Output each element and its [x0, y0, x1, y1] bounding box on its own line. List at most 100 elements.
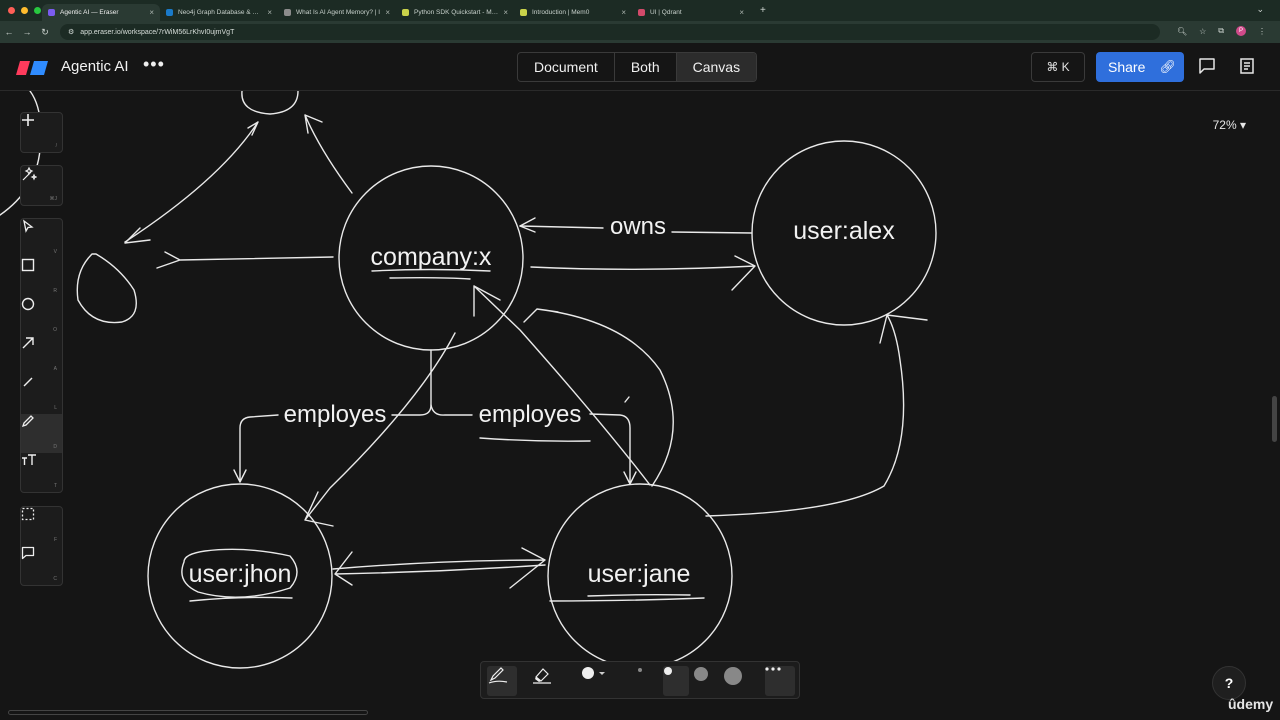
new-tab-button[interactable]: +: [760, 5, 766, 16]
stroke-m-icon: [694, 667, 708, 681]
rectangle-tool-button[interactable]: R: [21, 258, 62, 297]
edge-jane-alex: [705, 314, 928, 517]
text-icon: [22, 454, 36, 465]
edge-company-alex: [530, 255, 756, 291]
view-document-button[interactable]: Document: [518, 53, 615, 81]
reload-icon[interactable]: ↻: [36, 27, 54, 38]
comment-tool-button[interactable]: C: [21, 546, 62, 585]
extensions-icon[interactable]: ⧉: [1218, 26, 1224, 36]
tab-favicon-icon: [48, 9, 55, 16]
comments-icon[interactable]: [1198, 57, 1216, 75]
back-arrow-icon[interactable]: ←: [0, 27, 18, 37]
edge-jhon-jane: [332, 547, 546, 589]
frame-tool-button[interactable]: F: [21, 507, 62, 546]
diagram-drawing[interactable]: company:x user:alex user:jhon user:jane …: [0, 91, 1280, 720]
line-icon: [23, 377, 33, 387]
close-window-icon[interactable]: [8, 7, 15, 14]
vertical-scrollbar[interactable]: [1272, 396, 1277, 442]
ellipse-tool-button[interactable]: O: [21, 297, 62, 336]
edge-employes-right-label[interactable]: employes: [479, 401, 582, 428]
forward-arrow-icon[interactable]: →: [18, 27, 36, 37]
browser-tab[interactable]: Neo4j Graph Database & Ana ×: [160, 4, 278, 21]
browser-tab-bar: Agentic AI — Eraser × Neo4j Graph Database…: [0, 0, 1280, 21]
node-jane-label[interactable]: user:jane: [588, 560, 691, 588]
partial-circle-top: [241, 91, 299, 115]
toolbar-group-extras: F C: [20, 506, 63, 586]
browser-tab[interactable]: UI | Qdrant ×: [632, 4, 750, 21]
more-options-button[interactable]: [765, 666, 795, 696]
stroke-width-s-button[interactable]: [663, 666, 689, 696]
browser-tab[interactable]: Python SDK Quickstart - Mem ×: [396, 4, 514, 21]
edge-owns-label[interactable]: owns: [610, 213, 666, 240]
zoom-level-dropdown[interactable]: 72% ▾: [1213, 118, 1246, 132]
browser-tab[interactable]: What Is AI Agent Memory? | I ×: [278, 4, 396, 21]
tab-title: Agentic AI — Eraser: [60, 9, 119, 16]
browser-menu-icon[interactable]: ⋮: [1258, 27, 1266, 36]
ellipse-tool-shortcut: O: [53, 327, 57, 333]
pen-options-toolbar: [480, 661, 800, 699]
outline-panel-icon[interactable]: [1238, 57, 1256, 75]
color-picker-button[interactable]: [581, 666, 611, 696]
browser-tab[interactable]: Introduction | Mem0 ×: [514, 4, 632, 21]
command-palette-button[interactable]: ⌘ K: [1031, 52, 1085, 82]
horizontal-scrollbar[interactable]: [8, 710, 368, 715]
edge-employes-left-label[interactable]: employes: [284, 401, 387, 428]
tab-favicon-icon: [402, 9, 409, 16]
url-input[interactable]: ⚙ app.eraser.io/workspace/7rWiM56LrKhvI0…: [60, 24, 1160, 40]
node-jhon-label[interactable]: user:jhon: [189, 560, 292, 588]
line-tool-button[interactable]: L: [21, 375, 62, 414]
eraser-button[interactable]: [531, 666, 561, 696]
site-info-icon[interactable]: ⚙: [68, 28, 74, 36]
eraser-logo-icon[interactable]: [16, 61, 48, 75]
window-controls: [0, 7, 42, 14]
tab-close-icon[interactable]: ×: [621, 8, 626, 17]
edge-jhon-jane-2: [334, 551, 546, 586]
stroke-width-l-button[interactable]: [723, 666, 749, 696]
view-canvas-button[interactable]: Canvas: [676, 53, 757, 81]
browser-tab[interactable]: Agentic AI — Eraser ×: [42, 4, 160, 21]
arrow-to-top-left: [304, 114, 353, 194]
tab-favicon-icon: [638, 9, 645, 16]
tab-close-icon[interactable]: ×: [267, 8, 272, 17]
pen-button[interactable]: [487, 666, 517, 696]
bookmark-star-icon[interactable]: ☆: [1199, 27, 1206, 36]
tab-close-icon[interactable]: ×: [149, 8, 154, 17]
frame-icon: [21, 507, 35, 521]
tab-close-icon[interactable]: ×: [739, 8, 744, 17]
ai-tool-shortcut: ⌘J: [49, 196, 58, 202]
stroke-width-xs-button[interactable]: [636, 666, 656, 696]
tab-favicon-icon: [520, 9, 527, 16]
tab-close-icon[interactable]: ×: [503, 8, 508, 17]
stroke-xs-icon: [638, 668, 642, 672]
whiteboard-canvas[interactable]: company:x user:alex user:jhon user:jane …: [0, 91, 1280, 720]
minimize-window-icon[interactable]: [21, 7, 28, 14]
comment-tool-shortcut: C: [53, 576, 57, 582]
maximize-window-icon[interactable]: [34, 7, 41, 14]
arrow-tool-shortcut: A: [53, 366, 57, 372]
edge-owns-arrowhead: [519, 217, 536, 233]
text-tool-button[interactable]: T: [21, 453, 62, 492]
node-alex-label[interactable]: user:alex: [793, 217, 895, 245]
share-button[interactable]: Share 🔗︎: [1096, 52, 1184, 82]
zoom-lens-icon[interactable]: 🔍︎: [1177, 27, 1187, 36]
arrow-tool-button[interactable]: A: [21, 336, 62, 375]
more-options-icon[interactable]: •••: [143, 54, 165, 75]
pen-icon: [488, 667, 508, 684]
text-tool-shortcut: T: [53, 483, 57, 489]
select-tool-button[interactable]: V: [21, 219, 62, 258]
help-button[interactable]: ?: [1212, 666, 1246, 700]
frame-tool-shortcut: F: [53, 537, 57, 543]
profile-avatar[interactable]: P: [1236, 26, 1246, 36]
toolbar-group-ai: ⌘J: [20, 165, 63, 206]
workspace-title[interactable]: Agentic AI: [61, 58, 129, 75]
node-company-label[interactable]: company:x: [371, 243, 492, 271]
tab-close-icon[interactable]: ×: [385, 8, 390, 17]
tab-search-chevron-icon[interactable]: ⌄: [1256, 4, 1264, 15]
ai-tool-button[interactable]: ⌘J: [21, 166, 62, 205]
add-tool-button[interactable]: /: [21, 113, 62, 152]
sparkle-wand-icon: [22, 166, 37, 181]
view-both-button[interactable]: Both: [615, 53, 677, 81]
pencil-tool-button[interactable]: D: [21, 414, 62, 453]
stroke-width-m-button[interactable]: [693, 666, 719, 696]
browser-address-bar: ← → ↻ ⚙ app.eraser.io/workspace/7rWiM56L…: [0, 21, 1280, 43]
